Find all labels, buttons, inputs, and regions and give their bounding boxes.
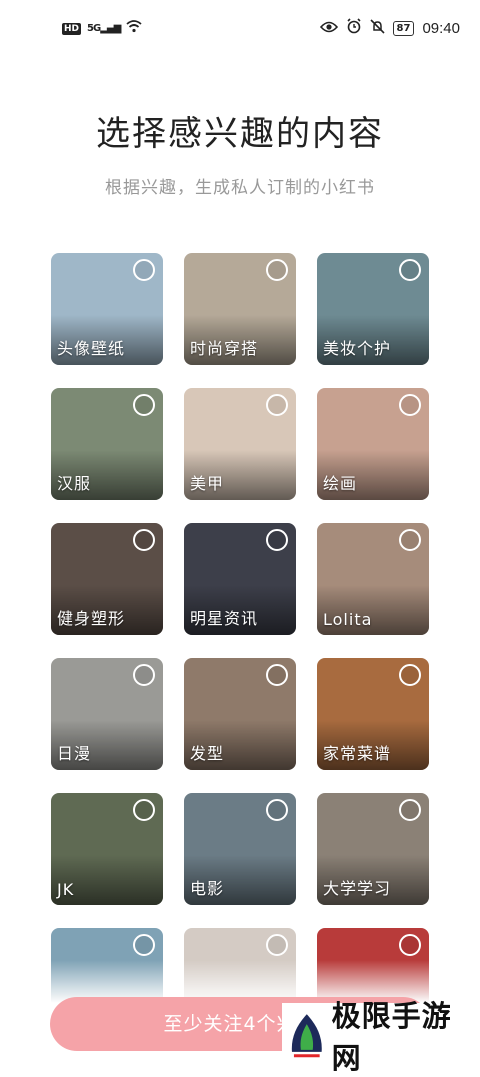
select-circle-icon[interactable]: [399, 799, 421, 821]
status-left: HD 5G▂▄▆: [62, 20, 142, 37]
select-circle-icon[interactable]: [399, 664, 421, 686]
interest-card[interactable]: 明星资讯: [184, 523, 296, 635]
eye-icon: [319, 19, 338, 37]
select-circle-icon[interactable]: [266, 934, 288, 956]
interest-card[interactable]: JK: [51, 793, 163, 905]
page-title: 选择感兴趣的内容: [96, 114, 384, 154]
select-circle-icon[interactable]: [266, 529, 288, 551]
clock: 09:40: [422, 19, 460, 37]
interest-card[interactable]: 汉服: [51, 388, 163, 500]
interest-card[interactable]: 头像壁纸: [51, 253, 163, 365]
interest-label: 时尚穿搭: [190, 339, 259, 358]
interest-label: 健身塑形: [57, 609, 126, 628]
interest-card[interactable]: 日漫: [51, 658, 163, 770]
select-circle-icon[interactable]: [399, 394, 421, 416]
interest-card[interactable]: 电影: [184, 793, 296, 905]
interest-card[interactable]: 美妆个护: [317, 253, 429, 365]
select-circle-icon[interactable]: [266, 664, 288, 686]
interest-label: 电影: [190, 879, 225, 898]
select-circle-icon[interactable]: [399, 259, 421, 281]
interest-label: 美甲: [190, 474, 225, 493]
watermark: 极限手游网: [282, 999, 480, 1075]
interest-card[interactable]: Lolita: [317, 523, 429, 635]
select-circle-icon[interactable]: [133, 664, 155, 686]
select-circle-icon[interactable]: [266, 394, 288, 416]
interest-label: Lolita: [323, 610, 373, 629]
select-circle-icon[interactable]: [133, 529, 155, 551]
interest-card[interactable]: 美甲: [184, 388, 296, 500]
select-circle-icon[interactable]: [266, 259, 288, 281]
select-circle-icon[interactable]: [399, 529, 421, 551]
interest-label: JK: [57, 880, 75, 899]
select-circle-icon[interactable]: [399, 934, 421, 956]
page-subtitle: 根据兴趣，生成私人订制的小红书: [105, 178, 375, 198]
select-circle-icon[interactable]: [133, 259, 155, 281]
watermark-logo-icon: [291, 1014, 322, 1058]
interest-label: 家常菜谱: [323, 744, 392, 763]
select-circle-icon[interactable]: [266, 799, 288, 821]
interest-label: 绘画: [323, 474, 358, 493]
interest-label: 大学学习: [323, 879, 392, 898]
interest-label: 发型: [190, 744, 225, 763]
select-circle-icon[interactable]: [133, 394, 155, 416]
interest-card[interactable]: 时尚穿搭: [184, 253, 296, 365]
hd-badge: HD: [62, 22, 82, 35]
interest-label: 头像壁纸: [57, 339, 126, 358]
status-right: 87 09:40: [319, 18, 460, 38]
interest-card[interactable]: 发型: [184, 658, 296, 770]
interest-card[interactable]: 健身塑形: [51, 523, 163, 635]
interest-label: 明星资讯: [190, 609, 259, 628]
wifi-icon: [126, 20, 142, 37]
status-bar: HD 5G▂▄▆ 87 09:40: [0, 0, 480, 60]
watermark-text: 极限手游网: [331, 999, 452, 1075]
battery-indicator: 87: [392, 20, 415, 36]
alarm-icon: [346, 18, 362, 38]
interest-label: 美妆个护: [323, 339, 392, 358]
select-circle-icon[interactable]: [133, 934, 155, 956]
interest-label: 日漫: [57, 744, 92, 763]
mute-icon: [369, 18, 385, 38]
select-circle-icon[interactable]: [133, 799, 155, 821]
network-badge: 5G▂▄▆: [87, 23, 121, 34]
interest-label: 汉服: [57, 474, 92, 493]
interest-card[interactable]: 家常菜谱: [317, 658, 429, 770]
interest-card[interactable]: 绘画: [317, 388, 429, 500]
interest-card[interactable]: 大学学习: [317, 793, 429, 905]
